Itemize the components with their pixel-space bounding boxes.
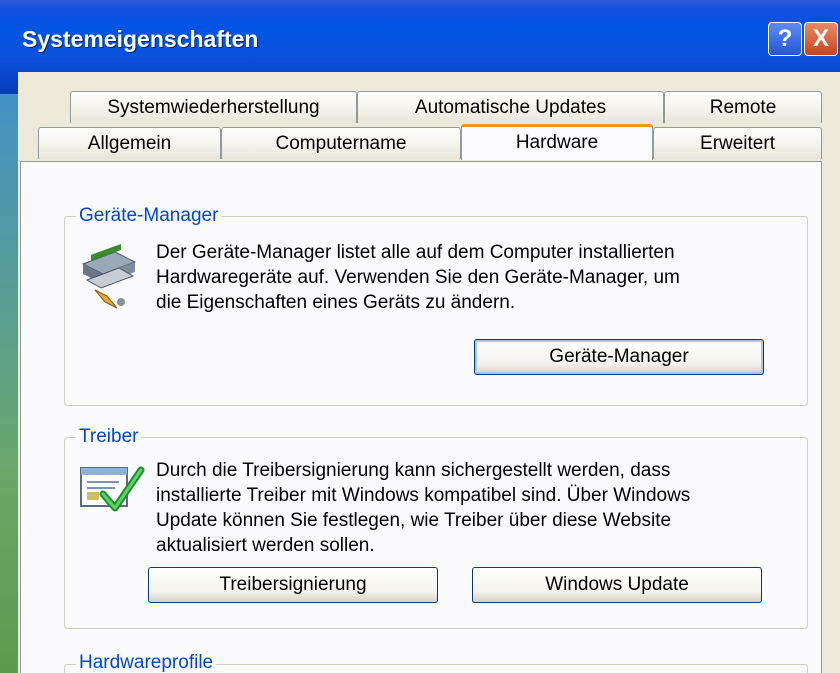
windows-update-button[interactable]: Windows Update (472, 567, 762, 603)
tab-computername[interactable]: Computername (221, 127, 461, 159)
tab-erweitert[interactable]: Erweitert (653, 127, 822, 159)
system-properties-window: Systemeigenschaften ? X Systemwiederhers… (0, 0, 840, 673)
help-button[interactable]: ? (768, 22, 802, 56)
driver-signing-icon (80, 466, 145, 512)
drivers-text-line: installierte Treiber mit Windows kompati… (156, 485, 691, 506)
tab-hardware[interactable]: Hardware (461, 124, 653, 160)
device-manager-text-line: die Eigenschaften eines Geräts zu ändern… (156, 292, 516, 313)
drivers-group-legend: Treiber (76, 426, 142, 448)
tab-systemwiederherstellung[interactable]: Systemwiederherstellung (70, 91, 357, 123)
device-manager-text-line: Der Geräte-Manager listet alle auf dem C… (156, 242, 675, 263)
device-manager-group-legend: Geräte-Manager (76, 205, 222, 227)
device-manager-description: Der Geräte-Manager listet alle auf dem C… (156, 240, 680, 315)
close-button[interactable]: X (804, 22, 838, 56)
tab-allgemein[interactable]: Allgemein (38, 127, 221, 159)
window-title: Systemeigenschaften (22, 26, 259, 52)
drivers-text-line: aktualisiert werden sollen. (156, 535, 375, 556)
driver-signing-button[interactable]: Treibersignierung (148, 567, 438, 603)
tab-automatische-updates[interactable]: Automatische Updates (357, 91, 664, 123)
device-manager-text-line: Hardwaregeräte auf. Verwenden Sie den Ge… (156, 267, 680, 288)
device-manager-button[interactable]: Geräte-Manager (474, 339, 764, 375)
hardware-tab-panel: Geräte-Manager Der Geräte-Manager listet… (20, 161, 822, 673)
drivers-description: Durch die Treibersignierung kann sicherg… (156, 458, 690, 558)
drivers-text-line: Durch die Treibersignierung kann sicherg… (156, 460, 671, 481)
tab-remote[interactable]: Remote (664, 91, 822, 123)
hardware-profiles-group-legend: Hardwareprofile (76, 652, 217, 673)
drivers-text-line: Update können Sie festlegen, wie Treiber… (156, 510, 672, 531)
device-manager-icon (81, 244, 137, 309)
